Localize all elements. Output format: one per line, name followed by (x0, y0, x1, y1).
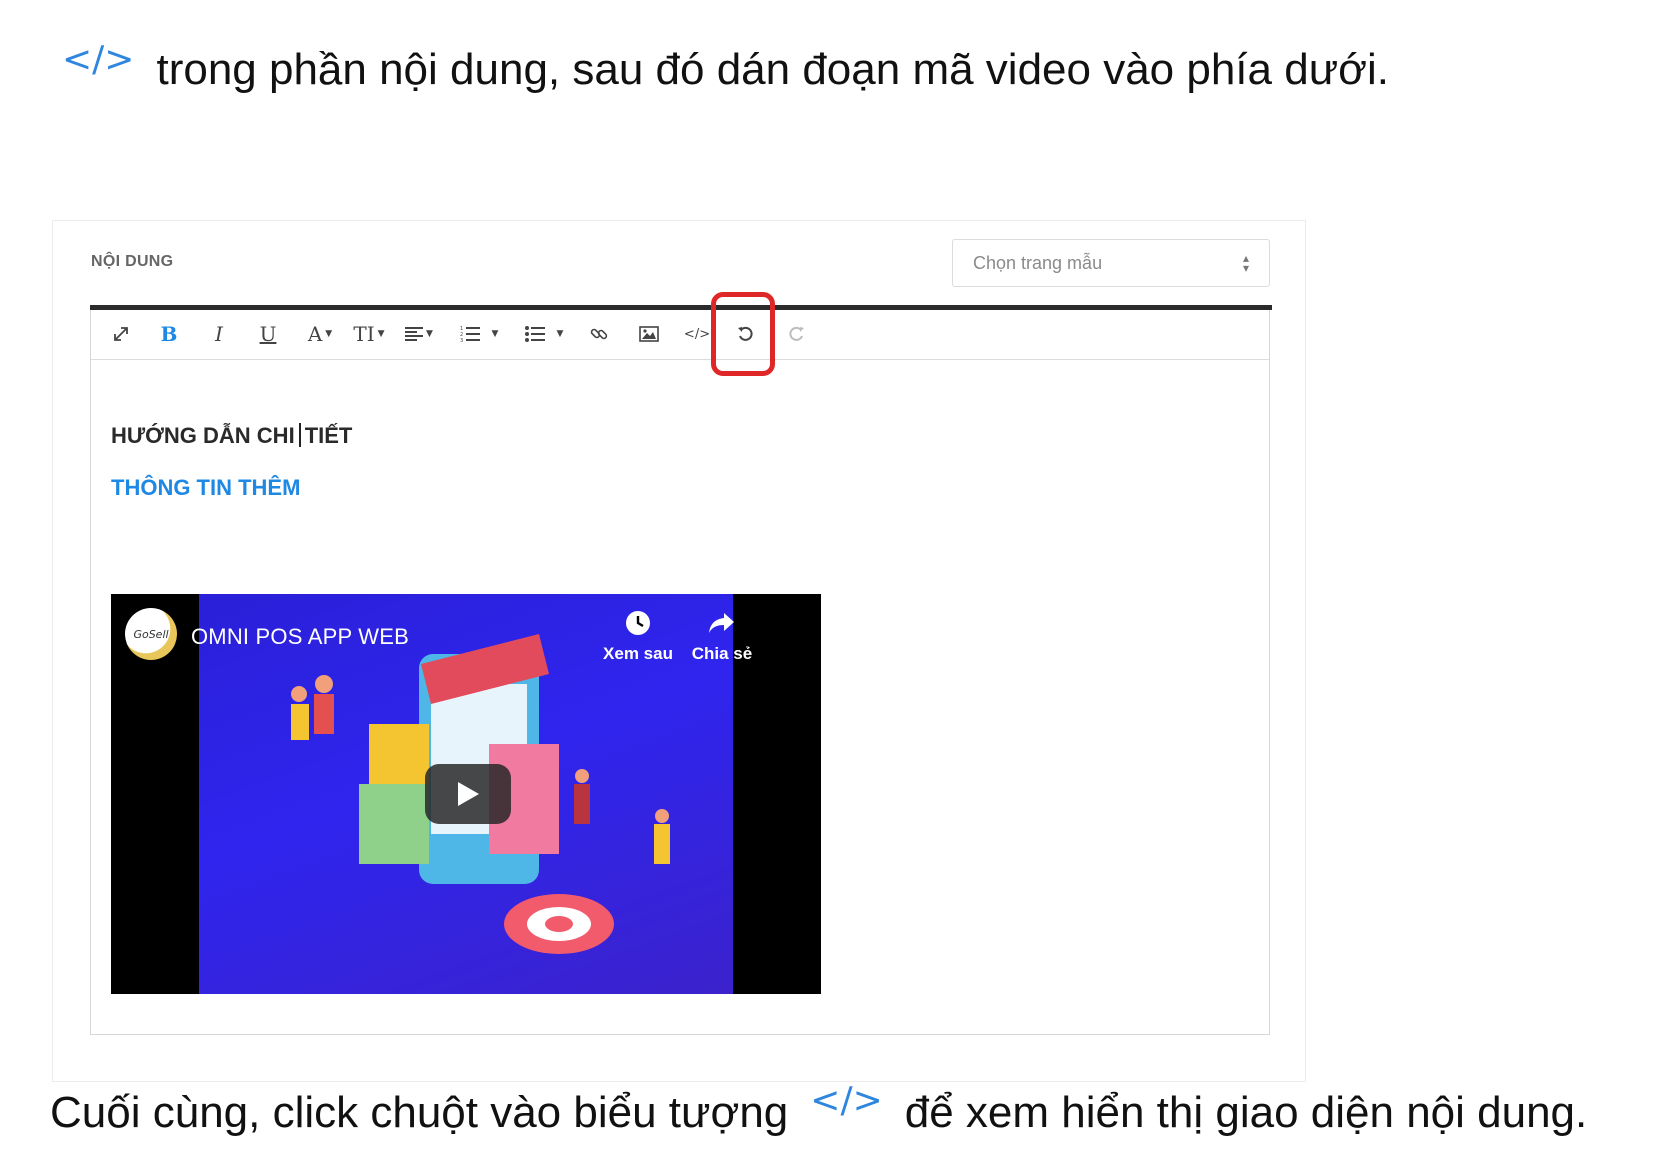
font-size-icon: TI (353, 322, 375, 346)
watch-later-label: Xem sau (603, 644, 673, 663)
code-view-icon: </> (810, 1080, 883, 1121)
ordered-list-icon: 1 2 3 (460, 326, 480, 343)
outro-text: Cuối cùng, click chuột vào biểu tượng </… (50, 1080, 1640, 1141)
text-cursor (298, 423, 301, 447)
content-heading[interactable]: HƯỚNG DẪN CHI TIẾT (111, 423, 352, 449)
expand-icon (114, 327, 128, 341)
content-heading-part2: TIẾT (304, 423, 353, 448)
italic-button[interactable]: I (209, 318, 229, 350)
code-view-button[interactable]: </> (683, 318, 711, 350)
ordered-list-button[interactable]: 1 2 3 ▼ (457, 318, 501, 350)
outro-after: để xem hiển thị giao diện nội dung. (904, 1088, 1588, 1137)
channel-logo[interactable]: GoSell (125, 608, 177, 660)
code-view-icon: </> (62, 39, 135, 80)
image-icon (639, 326, 659, 342)
outro-before: Cuối cùng, click chuột vào biểu tượng (50, 1088, 789, 1137)
underline-button[interactable]: U (257, 318, 279, 350)
chevron-down-icon: ▼ (426, 329, 433, 339)
link-button[interactable] (587, 318, 611, 350)
section-label: NỘI DUNG (91, 253, 174, 270)
content-heading-part1: HƯỚNG DẪN CHI (111, 423, 295, 448)
bullet-list-icon (524, 326, 545, 342)
rich-text-editor: B I U A ▼ TI ▼ ▼ 1 2 3 ▼ ▼ </> HƯỚNG DẪN… (90, 292, 1272, 1035)
insert-image-button[interactable] (637, 318, 661, 350)
redo-button[interactable] (785, 318, 807, 350)
template-select[interactable]: Chọn trang mẫu ▴ ▾ (952, 239, 1270, 287)
content-subheading[interactable]: THÔNG TIN THÊM (111, 475, 300, 501)
play-button[interactable] (425, 764, 511, 824)
font-size-button[interactable]: TI ▼ (351, 318, 387, 350)
embedded-video[interactable]: GoSell OMNI POS APP WEB Xem sau Chia sẻ (111, 594, 821, 994)
share-icon (709, 613, 734, 633)
bold-icon: B (160, 322, 178, 346)
link-icon (590, 328, 608, 340)
chevron-down-icon: ▼ (556, 329, 564, 339)
underline-icon: U (259, 322, 277, 346)
svg-text:3: 3 (460, 338, 463, 343)
fullscreen-button[interactable] (109, 318, 133, 350)
select-arrows-icon: ▴ ▾ (1242, 251, 1249, 275)
share-button[interactable]: Chia sẻ (677, 610, 767, 664)
intro-sentence: trong phần nội dung, sau đó dán đoạn mã … (156, 45, 1390, 94)
chevron-down-icon: ▼ (325, 329, 333, 339)
align-left-icon (405, 327, 424, 341)
bullet-list-button[interactable]: ▼ (521, 318, 567, 350)
align-button[interactable]: ▼ (401, 318, 437, 350)
font-color-icon: A (307, 322, 323, 346)
chevron-down-icon: ▼ (377, 329, 385, 339)
video-title[interactable]: OMNI POS APP WEB (191, 624, 409, 650)
editor-screenshot: NỘI DUNG Chọn trang mẫu ▴ ▾ B I U A ▼ TI… (52, 220, 1306, 1082)
watch-later-button[interactable]: Xem sau (593, 610, 683, 664)
undo-icon (738, 326, 753, 341)
italic-icon: I (215, 322, 223, 346)
bold-button[interactable]: B (159, 318, 179, 350)
template-select-value: Chọn trang mẫu (973, 252, 1103, 273)
share-label: Chia sẻ (691, 644, 753, 663)
font-color-button[interactable]: A ▼ (303, 318, 337, 350)
editor-toolbar: B I U A ▼ TI ▼ ▼ 1 2 3 ▼ ▼ </> (91, 292, 1269, 376)
undo-button[interactable] (735, 318, 757, 350)
chevron-down-icon: ▼ (491, 329, 499, 339)
play-icon (458, 782, 479, 806)
clock-icon (626, 611, 650, 635)
redo-icon (789, 326, 804, 341)
code-view-icon: </> (683, 326, 711, 342)
intro-text: </> trong phần nội dung, sau đó dán đoạn… (62, 39, 1622, 100)
